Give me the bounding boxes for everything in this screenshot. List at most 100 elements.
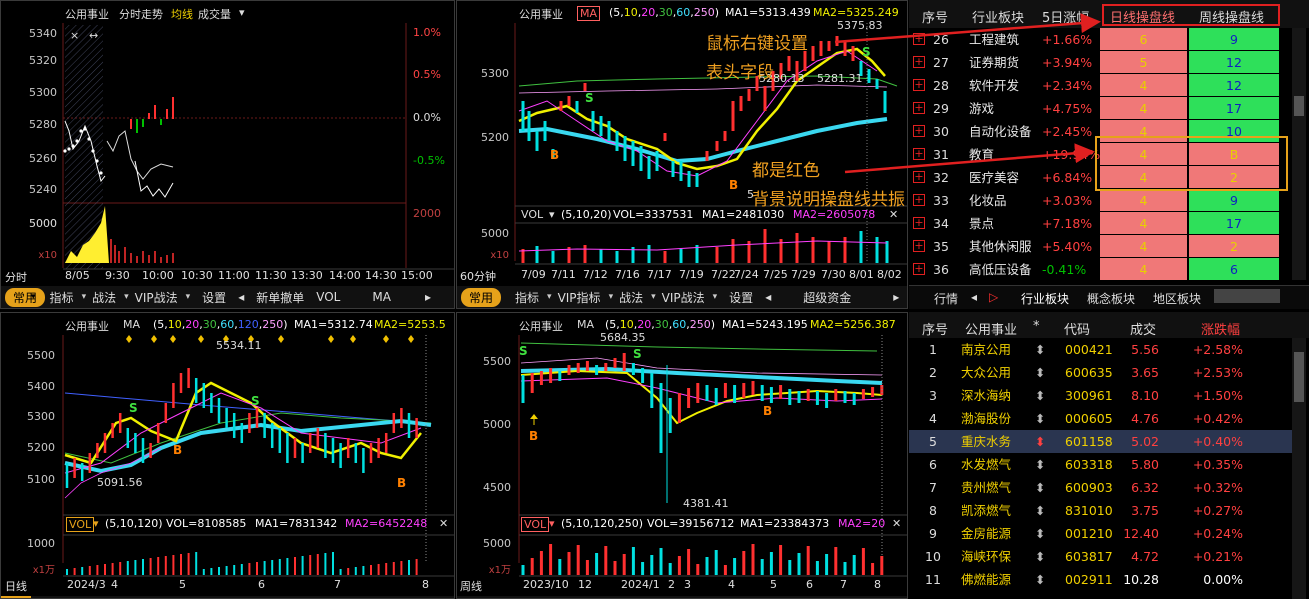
sector-row[interactable]: +33 化妆品 +3.03% 4 9 — [909, 189, 1292, 212]
period-label[interactable]: 周线 — [460, 578, 482, 594]
vol-label[interactable]: VOL — [521, 208, 543, 221]
sector-row[interactable]: +29 游戏 +4.75% 4 17 — [909, 97, 1292, 120]
x-label: 7/30 — [821, 268, 846, 281]
tab-industry[interactable]: 行业板块 — [1021, 290, 1069, 307]
close-icon[interactable]: ✕ — [439, 517, 448, 530]
stock-code: 000421 — [1065, 342, 1113, 357]
row-number: 2 — [929, 365, 937, 380]
col-header-weekly[interactable]: 周线操盘线 — [1199, 7, 1264, 26]
col-header[interactable]: 行业板块 — [972, 7, 1024, 26]
col-header[interactable]: 公用事业 — [965, 319, 1017, 338]
left-arrow-icon[interactable]: ◂ — [759, 290, 777, 304]
intraday-chart-panel: 公用事业 分时走势 均线 成交量 ▾ × ↔ 5340 5320 5300 52… — [0, 0, 455, 309]
vol-selector[interactable]: VOL — [521, 517, 550, 532]
stock-row[interactable]: 5 重庆水务 ⬍ 601158 5.02 +0.40% — [909, 430, 1292, 453]
expand-plus-icon[interactable]: + — [913, 102, 925, 114]
col-header[interactable]: 成交 — [1130, 319, 1156, 338]
expand-plus-icon[interactable]: + — [913, 56, 925, 68]
pct-label: 0.5% — [413, 68, 441, 81]
scrollbar[interactable] — [1292, 28, 1306, 280]
stock-row[interactable]: 6 水发燃气 ⬍ 603318 5.80 +0.35% — [909, 453, 1292, 476]
strategy-menu[interactable]: 战法 — [613, 289, 649, 306]
period-label[interactable]: 分时 — [5, 269, 27, 285]
stock-row[interactable]: 8 凯添燃气 ⬍ 831010 3.75 +0.27% — [909, 499, 1292, 522]
vip-indicator-menu[interactable]: VIP指标 — [552, 289, 607, 306]
scrollbar[interactable] — [1292, 338, 1306, 599]
expand-plus-icon[interactable]: + — [913, 33, 925, 45]
tab-concept[interactable]: 概念板块 — [1087, 290, 1135, 307]
sector-row[interactable]: +27 证券期货 +3.94% 5 12 — [909, 51, 1292, 74]
row-number: 33 — [933, 193, 949, 208]
updown-icon: ⬍ — [1035, 526, 1046, 541]
col-header[interactable]: 序号 — [922, 7, 948, 26]
chevron-down-icon[interactable]: ▾ — [549, 517, 555, 530]
expand-plus-icon[interactable]: + — [913, 125, 925, 137]
col-header[interactable]: 序号 — [922, 319, 948, 338]
stock-change: +0.27% — [1192, 503, 1243, 518]
expand-plus-icon[interactable]: + — [913, 194, 925, 206]
indicator-menu[interactable]: 指标 — [44, 289, 80, 306]
change-pct: +6.84% — [1042, 170, 1093, 185]
sector-row[interactable]: +35 其他休闲服 +5.40% 4 2 — [909, 235, 1292, 258]
left-arrow-icon[interactable]: ◂ — [232, 290, 250, 304]
tab-prev-icon[interactable]: ◂ — [971, 290, 977, 304]
settings-button[interactable]: 设置 — [723, 289, 759, 306]
common-button[interactable]: 常用 — [5, 287, 46, 307]
close-icon[interactable]: ✕ — [892, 517, 901, 530]
stock-code: 300961 — [1065, 388, 1113, 403]
stock-row[interactable]: 4 渤海股份 ⬍ 000605 4.76 +0.42% — [909, 407, 1292, 430]
sector-row[interactable]: +28 软件开发 +2.34% 4 12 — [909, 74, 1292, 97]
x-label: 14:30 — [365, 269, 397, 282]
chevron-down-icon[interactable]: ▾ — [549, 208, 555, 221]
vip-strategy-menu[interactable]: VIP战法 — [129, 289, 184, 306]
ma-button[interactable]: MA — [366, 290, 397, 304]
expand-plus-icon[interactable]: + — [913, 217, 925, 229]
tab-quotes[interactable]: 行情 — [934, 290, 958, 307]
expand-plus-icon[interactable]: + — [913, 240, 925, 252]
col-header-daily[interactable]: 日线操盘线 — [1110, 7, 1175, 26]
col-header[interactable]: 5日涨幅 — [1042, 7, 1089, 26]
sector-row[interactable]: +36 高低压设备 -0.41% 4 6 — [909, 258, 1292, 281]
x-label: 5 — [179, 578, 186, 591]
order-cancel-button[interactable]: 新单撤单 — [250, 289, 310, 306]
strategy-menu[interactable]: 战法 — [86, 289, 122, 306]
stock-change: +0.32% — [1192, 480, 1243, 495]
stock-code: 002911 — [1065, 572, 1113, 587]
stock-row[interactable]: 11 佛燃能源 ⬍ 002911 10.28 0.00% — [909, 568, 1292, 591]
right-arrow-icon[interactable]: ▸ — [419, 290, 437, 304]
updown-icon: ⬍ — [1035, 480, 1046, 495]
stock-row[interactable]: 9 金房能源 ⬍ 001210 12.40 +0.24% — [909, 522, 1292, 545]
expand-plus-icon[interactable]: + — [913, 171, 925, 183]
col-header[interactable]: 代码 — [1064, 319, 1090, 338]
stock-row[interactable]: 1 南京公用 ⬍ 000421 5.56 +2.58% — [909, 338, 1292, 361]
tab-region[interactable]: 地区板块 — [1153, 290, 1201, 307]
row-number: 35 — [933, 239, 949, 254]
x-label: 12 — [578, 578, 592, 591]
col-header[interactable]: 涨跌幅 — [1201, 319, 1240, 338]
common-button[interactable]: 常用 — [461, 287, 502, 307]
stock-row[interactable]: 2 大众公用 ⬍ 600635 3.65 +2.53% — [909, 361, 1292, 384]
indicator-menu[interactable]: 指标 — [509, 289, 545, 306]
expand-plus-icon[interactable]: + — [913, 263, 925, 275]
vol-button[interactable]: VOL — [310, 290, 346, 304]
super-capital-button[interactable]: 超级资金 — [797, 289, 857, 306]
stock-row[interactable]: 7 贵州燃气 ⬍ 600903 6.32 +0.32% — [909, 476, 1292, 499]
sector-row[interactable]: +26 工程建筑 +1.66% 6 9 — [909, 28, 1292, 51]
period-label[interactable]: 日线 — [5, 578, 27, 594]
sector-row[interactable]: +34 景点 +7.18% 4 17 — [909, 212, 1292, 235]
chevron-down-icon[interactable]: ▾ — [93, 517, 99, 530]
col-header[interactable]: * — [1033, 319, 1040, 334]
toolbar: 常用 ▾ 指标 ▾ 战法 ▾ VIP战法 ▾ 设置 ◂ 新单撤单 VOL MA ▸ — [1, 286, 454, 308]
stock-row[interactable]: 3 深水海纳 ⬍ 300961 8.10 +1.50% — [909, 384, 1292, 407]
settings-button[interactable]: 设置 — [196, 289, 232, 306]
expand-plus-icon[interactable]: + — [913, 79, 925, 91]
price-marker: 5281.31 — [817, 72, 863, 85]
right-arrow-icon[interactable]: ▸ — [887, 290, 905, 304]
period-label[interactable]: 60分钟 — [460, 268, 496, 284]
tab-scrollbar[interactable] — [1214, 289, 1280, 303]
vol-selector[interactable]: VOL — [66, 517, 95, 532]
tab-next-icon[interactable]: ▷ — [989, 290, 998, 304]
vip-strategy-menu[interactable]: VIP战法 — [656, 289, 711, 306]
expand-plus-icon[interactable]: + — [913, 148, 925, 160]
stock-row[interactable]: 10 海峡环保 ⬍ 603817 4.72 +0.21% — [909, 545, 1292, 568]
